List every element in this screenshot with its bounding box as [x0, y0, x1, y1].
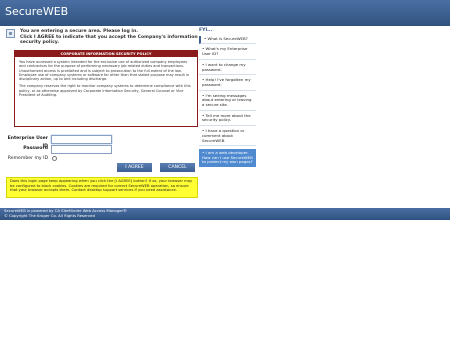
lock-icon	[6, 29, 15, 38]
sidebar-link-security-policy[interactable]: • Tell me more about the security policy…	[199, 113, 256, 127]
policy-text: You have accessed a system intended for …	[15, 57, 197, 97]
cancel-button[interactable]: CANCEL	[160, 163, 195, 172]
footer-copyright: © Copyright The Kroger Co. All Rights Re…	[4, 213, 95, 218]
security-policy-box: CORPORATE INFORMATION SECURITY POLICY Yo…	[14, 50, 198, 127]
sidebar-link-change-password[interactable]: • I want to change my password.	[199, 62, 256, 76]
sidebar-link-forgot-password[interactable]: • Help! I've forgotten my password.	[199, 77, 256, 91]
page-footer: SecureWEB is powered by CA SiteMinder We…	[0, 208, 450, 220]
i-agree-button[interactable]: I AGREE	[117, 163, 152, 172]
password-label: Password	[23, 146, 48, 151]
fyi-title: FYI...	[199, 28, 213, 33]
remember-id-label: Remember my ID	[7, 156, 48, 161]
password-input[interactable]	[51, 145, 112, 154]
password-row: Password	[6, 145, 206, 155]
cookie-notice: Does this login page keep appearing when…	[6, 177, 198, 198]
intro-line-2: Click I AGREE to indicate that you accep…	[20, 34, 198, 46]
policy-paragraph-1: You have accessed a system intended for …	[19, 60, 190, 82]
remember-id-checkbox[interactable]	[52, 156, 57, 161]
fyi-sidebar: FYI... • What is SecureWEB? • What's my …	[199, 28, 256, 168]
enterprise-id-input[interactable]	[51, 135, 112, 144]
sidebar-link-what-is-secureweb[interactable]: • What is SecureWEB?	[199, 35, 256, 45]
sidebar-link-question-comment[interactable]: • I have a question or comment about Sec…	[199, 128, 256, 147]
app-title: SecureWEB	[5, 5, 69, 18]
sidebar-link-web-developer[interactable]: • I am a web developer. How can I use Se…	[199, 149, 256, 168]
sidebar-link-enterprise-user-id[interactable]: • What's my Enterprise User ID?	[199, 46, 256, 60]
app-header: SecureWEB	[0, 0, 450, 26]
sidebar-link-secure-site-messages[interactable]: • I'm seeing messages about entering or …	[199, 93, 256, 111]
policy-paragraph-2: The company reserves the right to monito…	[19, 84, 191, 98]
intro-text: You are entering a secure area. Please l…	[20, 29, 200, 46]
enterprise-id-row: Enterprise User ID	[6, 135, 206, 149]
